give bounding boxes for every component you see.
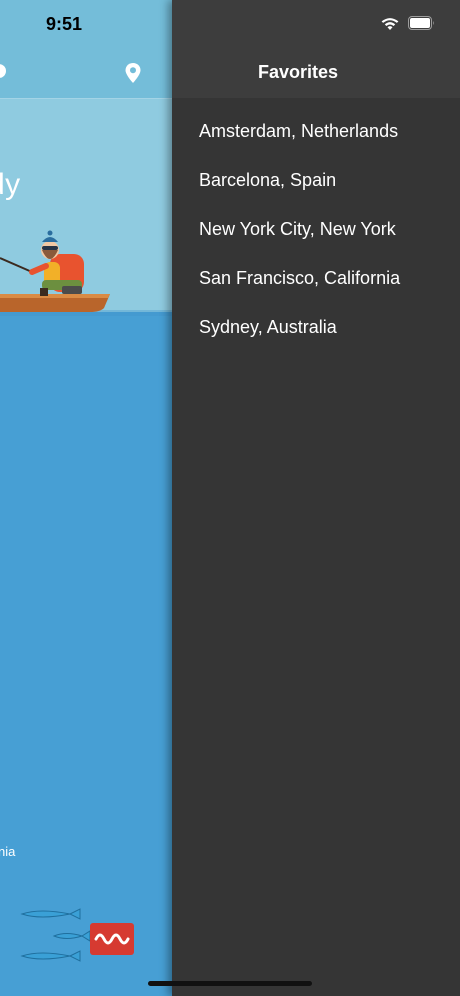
favorite-item-new-york-city[interactable]: New York City, New York [199,216,400,265]
favorites-list: Amsterdam, Netherlands Barcelona, Spain … [199,118,400,363]
drawer-title: Favorites [257,62,339,82]
wm-logo-icon[interactable] [90,923,134,955]
favorite-item-barcelona[interactable]: Barcelona, Spain [199,167,400,216]
status-time: 9:51 [46,14,83,34]
favorite-item-san-francisco[interactable]: San Francisco, California [199,265,400,314]
location-text: nia [0,844,16,859]
fish-icon [20,908,90,962]
fisherman-illustration [0,230,110,312]
favorite-item-amsterdam[interactable]: Amsterdam, Netherlands [199,118,400,167]
favorites-drawer: Amsterdam, Netherlands Barcelona, Spain … [172,0,460,996]
battery-icon [408,16,434,30]
wifi-icon [381,18,399,30]
weather-condition-text: dy [0,168,21,201]
home-indicator[interactable] [148,981,312,986]
sea-background [0,312,172,996]
favorite-item-sydney[interactable]: Sydney, Australia [199,314,400,363]
main-screen: 9:51 dy nia [0,0,172,996]
drawer-header [172,0,460,98]
main-header [0,0,172,99]
